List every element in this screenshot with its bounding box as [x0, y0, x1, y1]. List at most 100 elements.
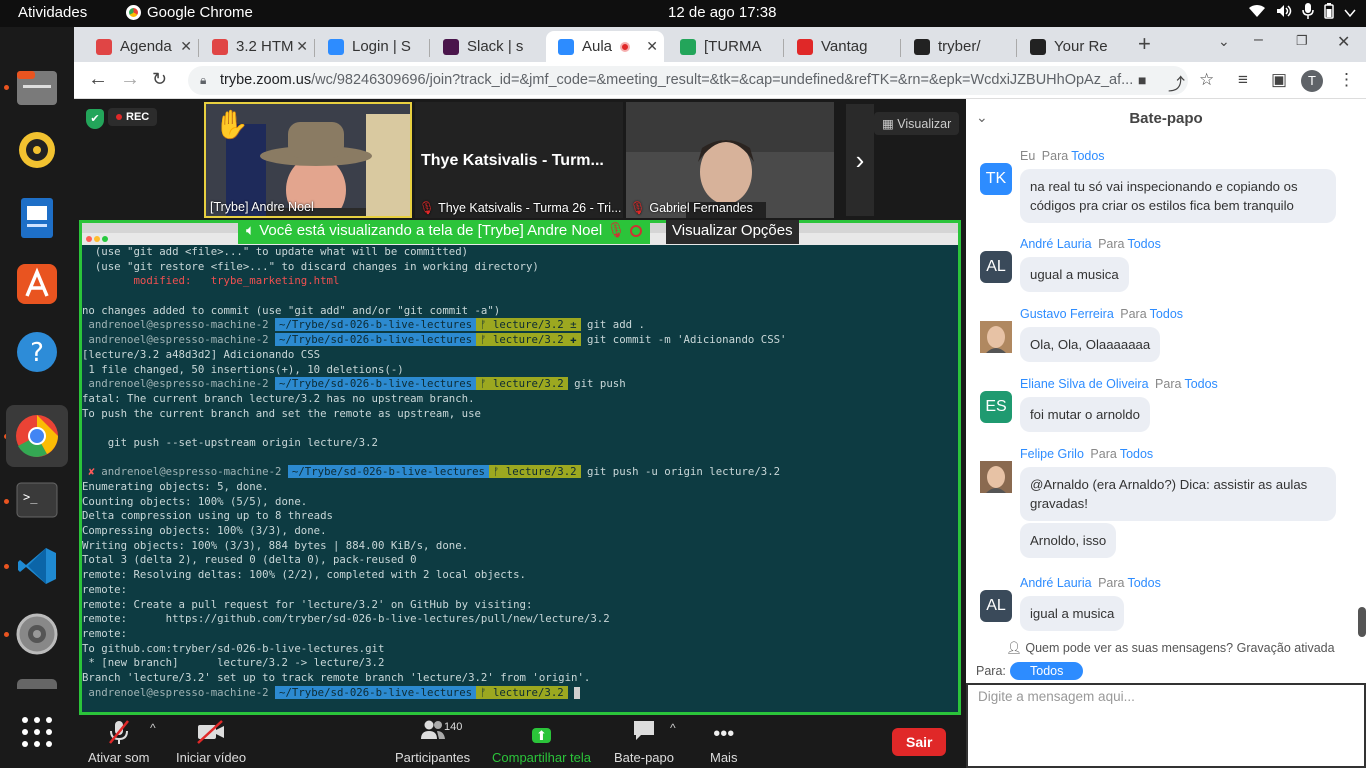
- tab-search-icon[interactable]: ⌄: [1218, 33, 1230, 50]
- message-recipient[interactable]: Todos: [1127, 576, 1160, 590]
- chat-options-caret-icon[interactable]: ^: [670, 721, 676, 735]
- camera-in-use-icon[interactable]: ■: [1138, 72, 1146, 88]
- removable-drive-icon[interactable]: [12, 679, 62, 689]
- sender-avatar[interactable]: ES: [980, 391, 1012, 423]
- sender-avatar[interactable]: AL: [980, 590, 1012, 622]
- back-arrow-icon[interactable]: ←: [88, 68, 108, 91]
- terminal-line: To push the current branch and set the r…: [82, 407, 958, 422]
- close-window-icon[interactable]: ✕: [1337, 32, 1350, 52]
- message-meta: Eliane Silva de Oliveira Para Todos: [1020, 377, 1218, 391]
- app-center-icon[interactable]: [12, 259, 62, 309]
- minimize-window-icon[interactable]: –: [1254, 31, 1263, 49]
- message-bubble[interactable]: foi mutar o arnoldo: [1020, 397, 1150, 432]
- message-sender[interactable]: Gustavo Ferreira: [1020, 307, 1114, 321]
- chat-button[interactable]: Bate-papo: [614, 719, 674, 765]
- participant-tile-andre[interactable]: ✋ [Trybe] Andre Noel: [204, 102, 412, 218]
- chat-scrollbar[interactable]: [1358, 607, 1366, 637]
- chat-message-input[interactable]: [966, 683, 1366, 768]
- recipient-selector[interactable]: Todos: [1010, 662, 1084, 680]
- message-sender[interactable]: André Lauria: [1020, 237, 1092, 251]
- privacy-note[interactable]: 👤︎ Quem pode ver as suas mensagens? Grav…: [1006, 641, 1335, 656]
- message-bubble[interactable]: na real tu só vai inspecionando e copian…: [1020, 169, 1336, 223]
- message-to-label: Para: [1098, 576, 1125, 590]
- forward-arrow-icon[interactable]: →: [120, 68, 140, 91]
- browser-tab[interactable]: 3.2 HTM ✕: [200, 31, 314, 62]
- reload-icon[interactable]: ↻: [152, 69, 167, 90]
- rhythmbox-icon[interactable]: [12, 125, 62, 175]
- activities-button[interactable]: Atividades: [18, 4, 87, 21]
- message-sender[interactable]: Eu: [1020, 149, 1035, 163]
- settings-icon[interactable]: [12, 609, 62, 659]
- message-recipient[interactable]: Todos: [1120, 447, 1153, 461]
- tab-separator: [900, 39, 901, 57]
- browser-tab[interactable]: Slack | s: [431, 31, 544, 62]
- terminal-line: andrenoel@espresso-machine-2 ~/Trybe/sd-…: [82, 333, 958, 348]
- reading-list-icon[interactable]: ≡: [1238, 70, 1248, 90]
- message-recipient[interactable]: Todos: [1071, 149, 1104, 163]
- help-icon[interactable]: ?: [12, 327, 62, 377]
- leave-button[interactable]: Sair: [892, 728, 947, 756]
- vscode-icon[interactable]: [12, 541, 62, 591]
- browser-tab[interactable]: [TURMA: [668, 31, 783, 62]
- sender-avatar[interactable]: [980, 321, 1012, 353]
- terminal-line: To github.com:tryber/sd-026-b-live-lectu…: [82, 642, 958, 657]
- app-menu[interactable]: Google Chrome: [126, 4, 253, 21]
- view-layout-button[interactable]: ▦ Visualizar: [874, 112, 960, 135]
- clock[interactable]: 12 de ago 17:38: [668, 4, 776, 21]
- browser-tab[interactable]: Login | S: [316, 31, 429, 62]
- sender-avatar[interactable]: AL: [980, 251, 1012, 283]
- view-options-button[interactable]: Visualizar Opções: [666, 220, 799, 244]
- tab-label: Your Re: [1054, 38, 1108, 55]
- address-bar[interactable]: 🔒︎ trybe.zoom.us/wc/98246309696/join?tra…: [188, 66, 1188, 95]
- chrome-dock-icon[interactable]: [6, 405, 68, 467]
- files-icon[interactable]: [12, 62, 62, 112]
- more-button[interactable]: ••• Mais: [710, 719, 737, 765]
- message-bubble[interactable]: ugual a musica: [1020, 257, 1129, 292]
- message-bubble[interactable]: Arnoldo, isso: [1020, 523, 1117, 558]
- share-icon[interactable]: ⤴: [1168, 70, 1185, 95]
- terminal-icon[interactable]: >_: [12, 475, 62, 525]
- close-tab-icon[interactable]: ✕: [296, 38, 308, 55]
- close-tab-icon[interactable]: ✕: [180, 38, 192, 55]
- next-participants-arrow-icon[interactable]: ›: [846, 104, 874, 216]
- sender-avatar[interactable]: [980, 461, 1012, 493]
- shared-screen[interactable]: (use "git add <file>..." to update what …: [79, 220, 961, 715]
- maximize-window-icon[interactable]: ❐: [1296, 33, 1308, 49]
- side-panel-icon[interactable]: ▣: [1271, 70, 1287, 90]
- message-recipient[interactable]: Todos: [1150, 307, 1183, 321]
- message-bubble[interactable]: igual a musica: [1020, 596, 1125, 631]
- terminal-line: * [new branch] lecture/3.2 -> lecture/3.…: [82, 656, 958, 671]
- audio-options-caret-icon[interactable]: ^: [150, 721, 156, 735]
- browser-tab[interactable]: Vantag: [785, 31, 900, 62]
- chat-collapse-chevron-icon[interactable]: ⌄: [976, 99, 988, 135]
- security-shield-icon[interactable]: ✔: [86, 109, 104, 129]
- sender-avatar[interactable]: TK: [980, 163, 1012, 195]
- show-applications-icon[interactable]: [12, 707, 62, 757]
- document-viewer-icon[interactable]: [12, 193, 62, 243]
- system-tray[interactable]: [1248, 3, 1356, 23]
- participant-tile-thye[interactable]: Thye Katsivalis - Turm... 🎙︎ Thye Katsiv…: [415, 102, 623, 218]
- participant-tile-gabriel[interactable]: 🎙︎ Gabriel Fernandes: [626, 102, 834, 218]
- chrome-menu-icon[interactable]: ⋮: [1338, 70, 1355, 90]
- message-recipient[interactable]: Todos: [1127, 237, 1160, 251]
- close-tab-icon[interactable]: ✕: [646, 38, 658, 55]
- browser-tab[interactable]: Agenda ✕: [84, 31, 198, 62]
- unmute-button[interactable]: Ativar som: [88, 719, 149, 765]
- prompt-host: andrenoel@espresso-machine-2: [82, 333, 276, 347]
- bookmark-star-icon[interactable]: ☆: [1199, 70, 1214, 90]
- message-recipient[interactable]: Todos: [1184, 377, 1217, 391]
- share-screen-button[interactable]: ⬆ Compartilhar tela: [492, 719, 591, 765]
- message-sender[interactable]: Eliane Silva de Oliveira: [1020, 377, 1149, 391]
- start-video-button[interactable]: Iniciar vídeo: [176, 719, 246, 765]
- browser-tab[interactable]: tryber/: [902, 31, 1016, 62]
- profile-avatar[interactable]: T: [1301, 70, 1323, 92]
- message-bubble[interactable]: @Arnaldo (era Arnaldo?) Dica: assistir a…: [1020, 467, 1336, 521]
- message-bubble[interactable]: Ola, Ola, Olaaaaaaa: [1020, 327, 1161, 362]
- recording-badge[interactable]: REC: [108, 108, 158, 126]
- message-sender[interactable]: Felipe Grilo: [1020, 447, 1084, 461]
- message-sender[interactable]: André Lauria: [1020, 576, 1092, 590]
- new-tab-icon[interactable]: +: [1138, 31, 1151, 57]
- browser-tab[interactable]: Your Re: [1018, 31, 1132, 62]
- browser-tab[interactable]: Aula ✕: [546, 31, 664, 62]
